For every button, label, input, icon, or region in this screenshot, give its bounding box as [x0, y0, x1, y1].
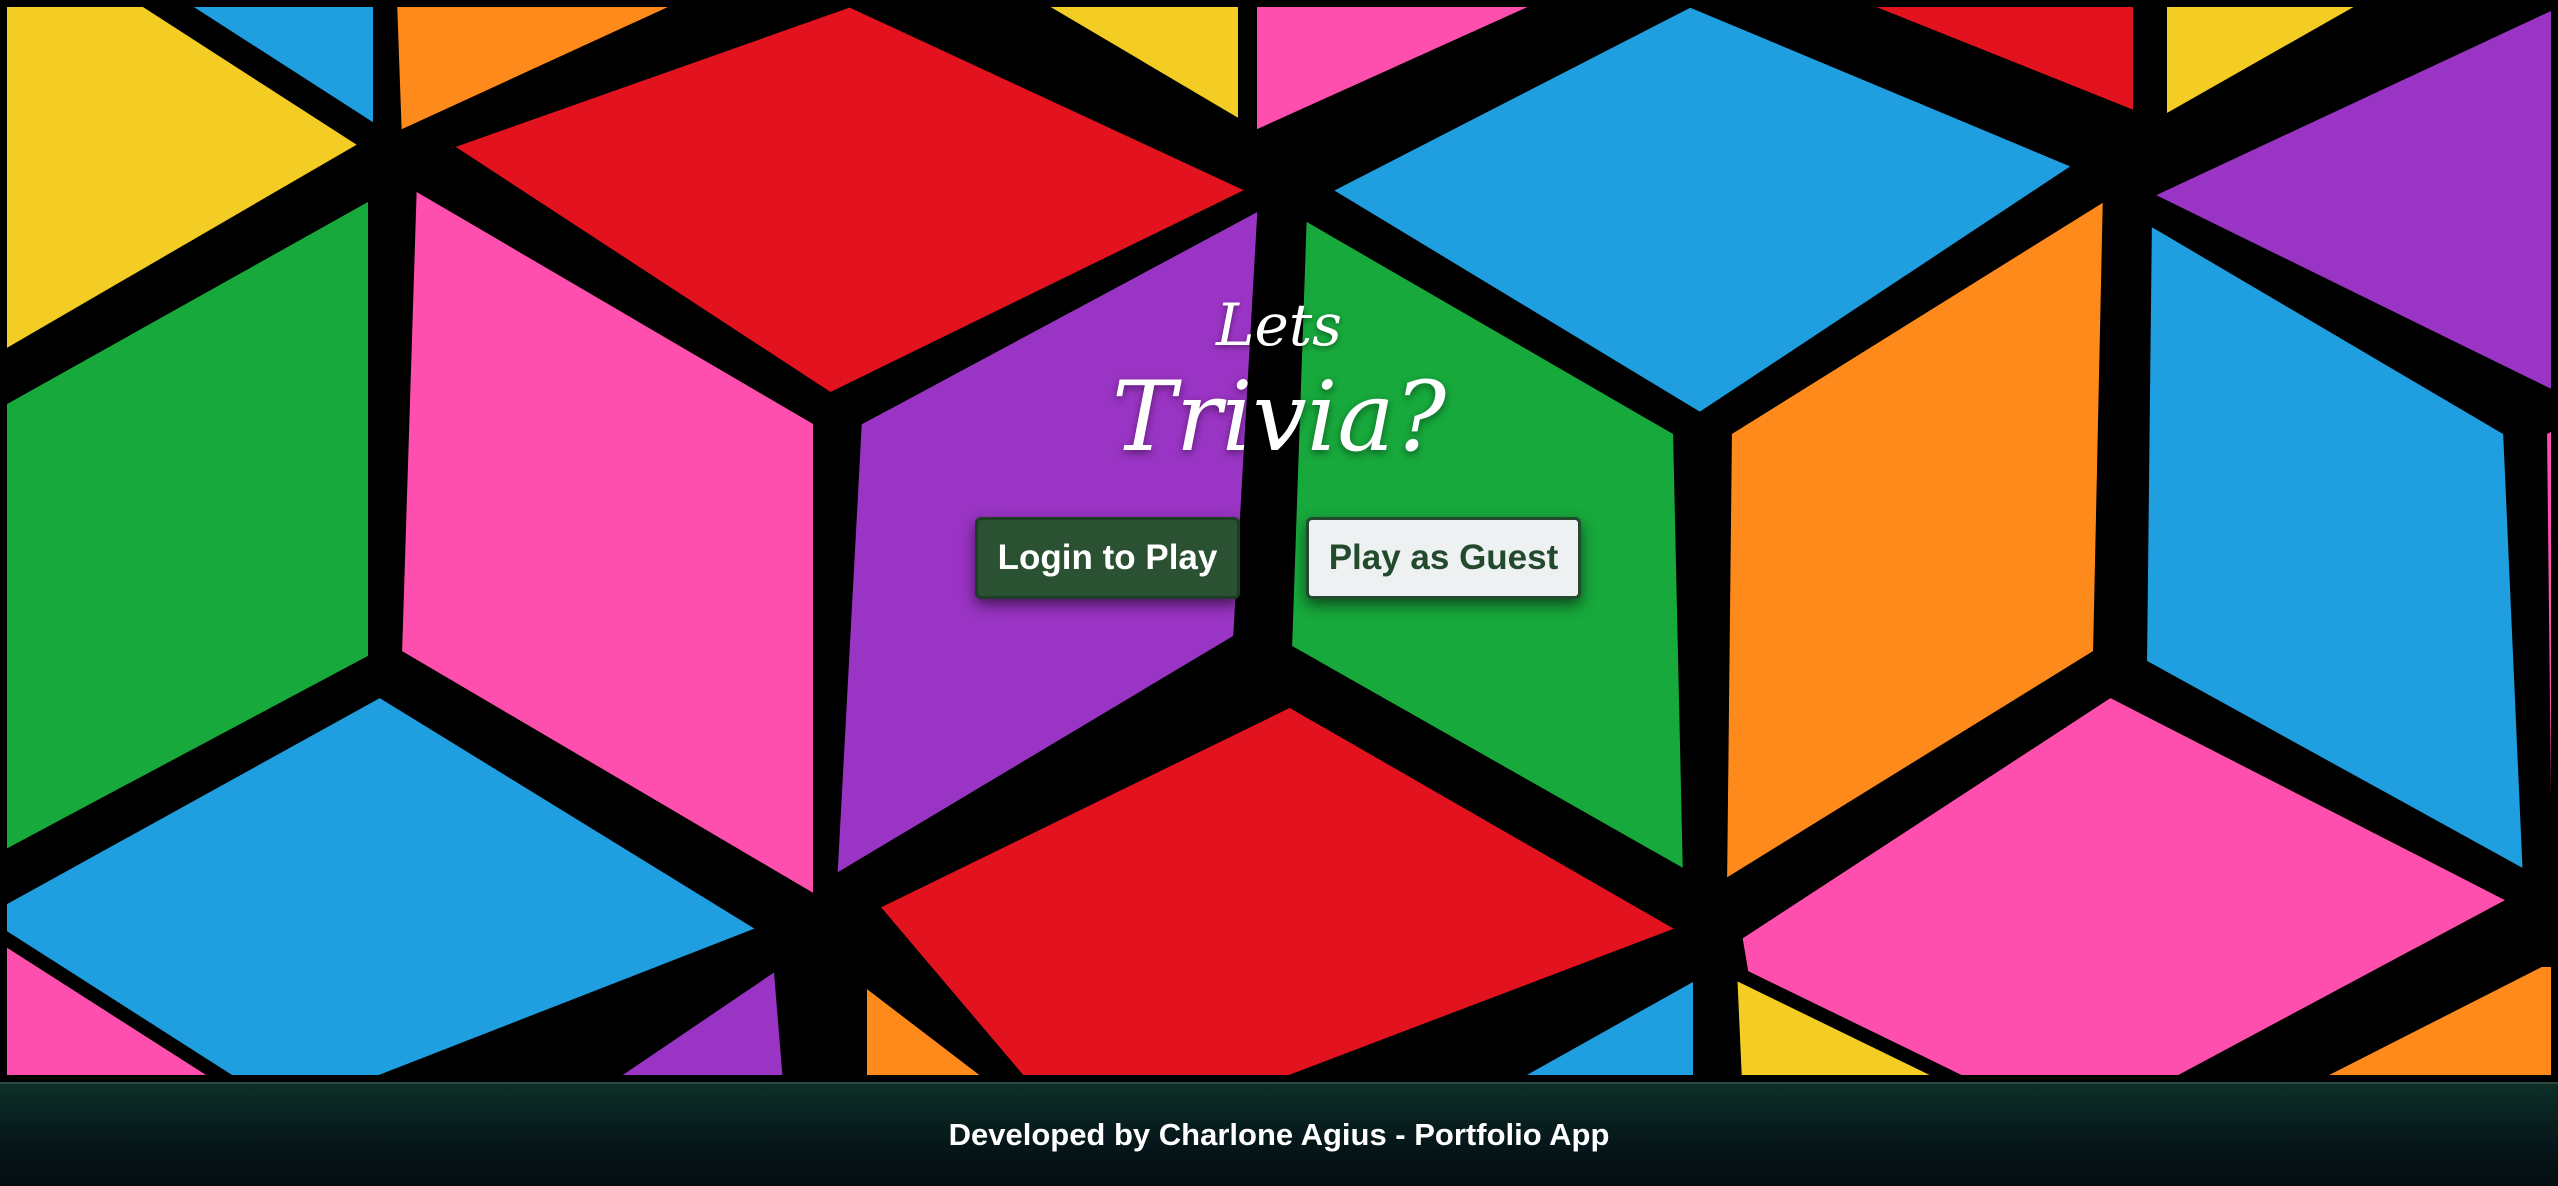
action-buttons: Login to Play Play as Guest — [0, 517, 2558, 603]
hero-title: Lets Trivia? — [0, 290, 2558, 472]
footer: Developed by Charlone Agius - Portfolio … — [0, 1082, 2558, 1186]
login-to-play-button[interactable]: Login to Play — [975, 517, 1240, 599]
title-lets: Lets — [1216, 291, 1342, 359]
title-trivia: Trivia? — [1111, 361, 1447, 473]
play-as-guest-button[interactable]: Play as Guest — [1306, 517, 1581, 599]
footer-credit: Developed by Charlone Agius - Portfolio … — [948, 1117, 1610, 1152]
landing-page: Lets Trivia? Login to Play Play as Guest… — [0, 0, 2558, 1186]
